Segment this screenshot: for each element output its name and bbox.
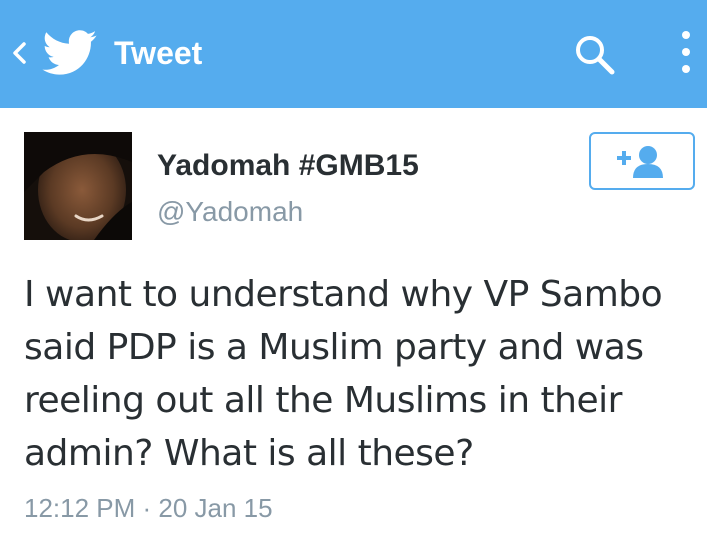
chevron-left-icon[interactable] (10, 38, 30, 68)
app-bar: Tweet (0, 0, 707, 108)
avatar-photo (24, 132, 132, 240)
vertical-dots-icon[interactable] (676, 30, 696, 76)
display-name[interactable]: Yadomah #GMB15 (157, 148, 419, 184)
add-user-icon (617, 146, 663, 178)
avatar[interactable] (24, 132, 132, 240)
user-handle[interactable]: @Yadomah (157, 194, 303, 230)
search-icon[interactable] (570, 30, 620, 80)
tweet-text: I want to understand why VP Sambo said P… (24, 274, 663, 474)
twitter-bird-icon[interactable] (42, 30, 98, 76)
page-title: Tweet (114, 35, 203, 71)
follow-button[interactable] (589, 132, 695, 190)
tweet-timestamp: 12:12 PM · 20 Jan 15 (24, 493, 273, 523)
